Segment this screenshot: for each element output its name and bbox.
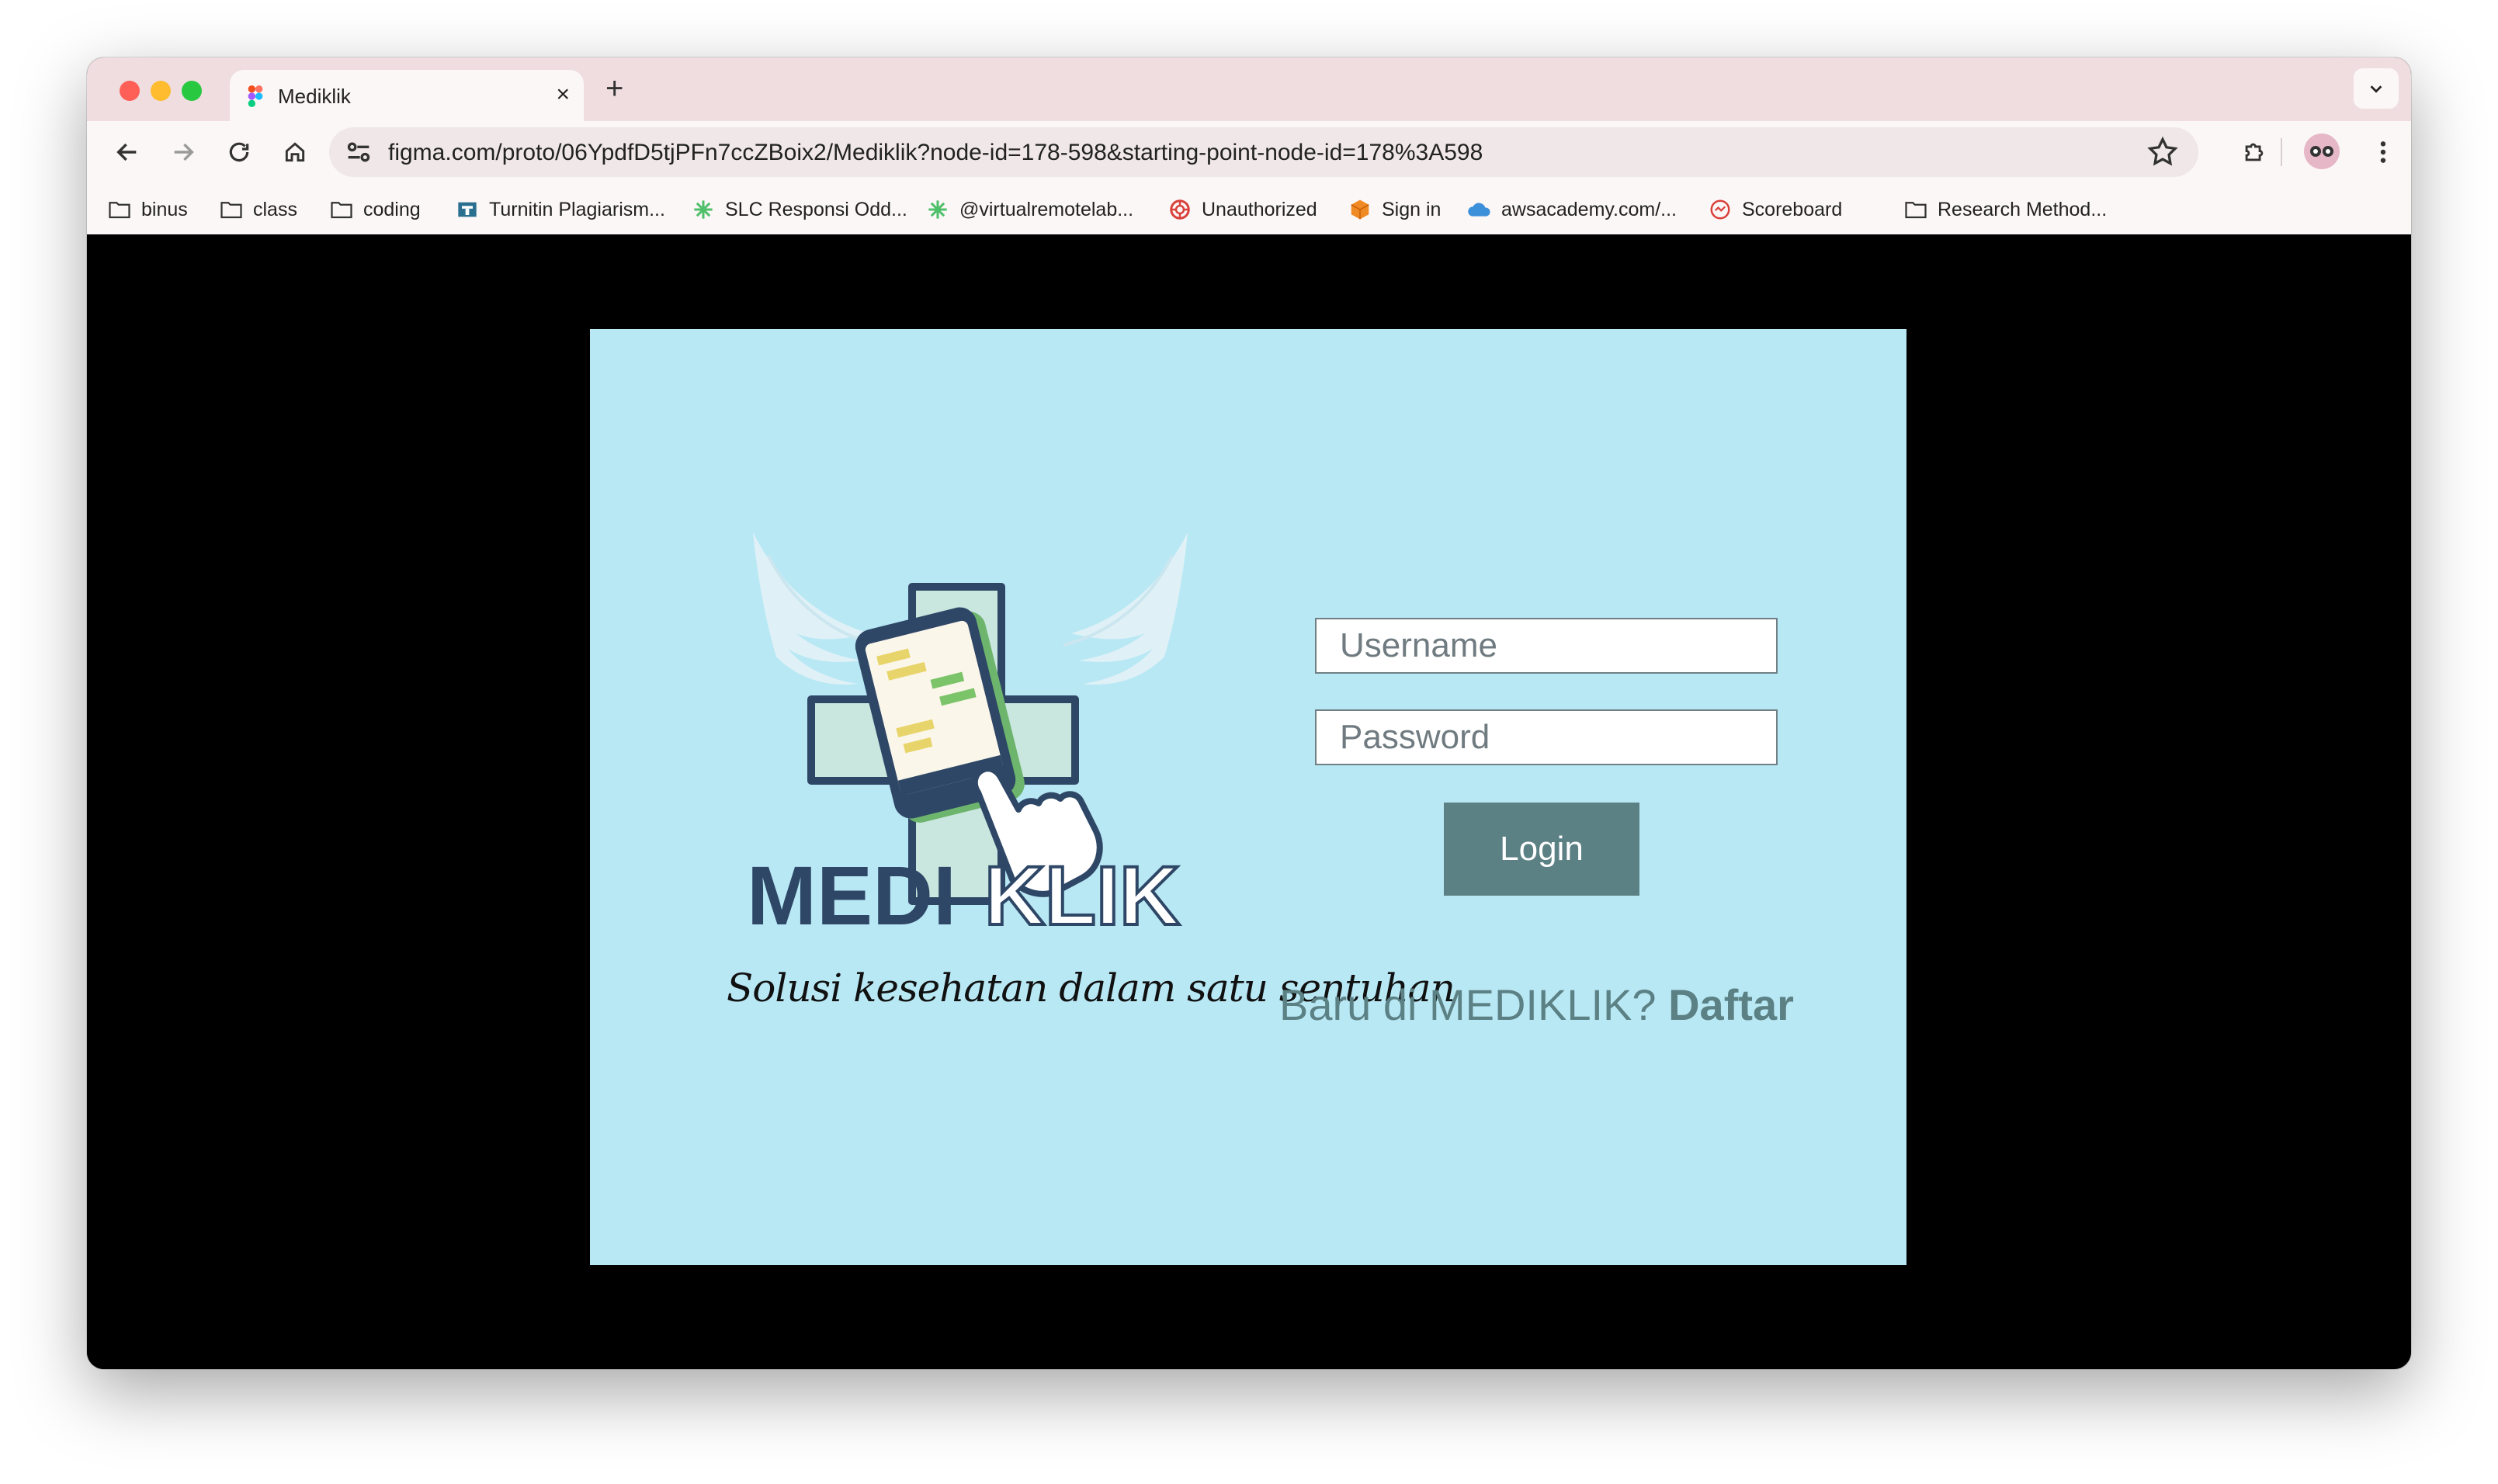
bookmark-label: Research Method...	[1938, 198, 2108, 220]
tab-title: Mediklik	[278, 85, 351, 108]
bookmark-label: Unauthorized	[1202, 198, 1317, 220]
bookmark-label: awsacademy.com/...	[1501, 198, 1677, 220]
kebab-menu-icon	[2380, 141, 2386, 163]
home-button[interactable]	[278, 135, 312, 169]
bookmark-class[interactable]: class	[219, 194, 297, 225]
bookmark-scoreboard[interactable]: Scoreboard	[1708, 194, 1842, 225]
logo-wordmark-medi: MEDI	[747, 848, 956, 928]
browser-window: Mediklik × + figma.com/proto/06YpdfD5tjP…	[87, 57, 2411, 1369]
bookmark-label: Turnitin Plagiarism...	[489, 198, 665, 220]
folder-icon	[219, 197, 244, 222]
sparkle-icon	[925, 197, 950, 222]
profile-avatar[interactable]	[2304, 133, 2340, 169]
folder-icon	[329, 197, 354, 222]
tab-close-icon[interactable]: ×	[556, 81, 570, 109]
toolbar-divider	[2281, 138, 2282, 166]
bookmark-label: Scoreboard	[1742, 198, 1843, 220]
chevron-down-icon	[2370, 85, 2382, 93]
arrow-left-icon	[116, 143, 137, 161]
bookmark-binus[interactable]: binus	[107, 194, 188, 225]
avatar-icon	[2310, 146, 2333, 157]
address-bar[interactable]: figma.com/proto/06YpdfD5tjPFn7ccZBoix2/M…	[329, 127, 2198, 177]
figma-prototype-viewport: MEDI KLIK Solusi kesehatan dalam satu se…	[87, 234, 2411, 1369]
arrow-right-icon	[174, 143, 194, 161]
figma-icon	[248, 85, 263, 107]
username-input[interactable]	[1315, 618, 1778, 674]
bookmark-label: class	[253, 198, 297, 220]
tab-mediklik[interactable]: Mediklik ×	[230, 70, 584, 121]
browser-menu-button[interactable]	[2366, 135, 2400, 169]
minimize-window-button[interactable]	[151, 81, 171, 101]
tab-strip: Mediklik × +	[87, 57, 2411, 121]
site-settings-icon[interactable]	[343, 137, 374, 168]
bookmark-coding[interactable]: coding	[329, 194, 421, 225]
register-prompt: Baru di MEDIKLIK? Daftar	[1279, 980, 1794, 1030]
bookmark-label: SLC Responsi Odd...	[725, 198, 907, 220]
puzzle-icon	[2245, 143, 2264, 161]
register-link[interactable]: Daftar	[1668, 980, 1794, 1029]
bookmark-virtualremotelab[interactable]: @virtualremotelab...	[925, 194, 1133, 225]
bookmark-awsacademy[interactable]: awsacademy.com/...	[1467, 194, 1677, 225]
toolbar: figma.com/proto/06YpdfD5tjPFn7ccZBoix2/M…	[87, 121, 2411, 183]
login-screen: MEDI KLIK Solusi kesehatan dalam satu se…	[590, 329, 1906, 1265]
bookmark-label: @virtualremotelab...	[959, 198, 1134, 220]
extensions-button[interactable]	[2237, 135, 2271, 169]
cube-icon	[1348, 197, 1372, 222]
bookmark-slc[interactable]: SLC Responsi Odd...	[691, 194, 907, 225]
bookmark-star-icon[interactable]	[2146, 135, 2180, 169]
home-icon	[285, 142, 305, 162]
bookmark-label: coding	[363, 198, 421, 220]
logo-wordmark-klik: KLIK	[984, 848, 1180, 928]
scoreboard-icon	[1708, 197, 1733, 222]
bookmark-turnitin[interactable]: Turnitin Plagiarism...	[455, 194, 665, 225]
sparkle-icon	[691, 197, 716, 222]
reload-button[interactable]	[222, 135, 256, 169]
forward-button[interactable]	[166, 135, 200, 169]
close-window-button[interactable]	[120, 81, 140, 101]
new-tab-button[interactable]: +	[605, 71, 623, 106]
bookmarks-bar: binus class coding Turnitin Plagiarism..…	[87, 183, 2411, 235]
bookmark-label: Sign in	[1382, 198, 1442, 220]
bookmark-sign-in[interactable]: Sign in	[1348, 194, 1441, 225]
tab-search-button[interactable]	[2354, 68, 2399, 109]
register-prompt-text: Baru di MEDIKLIK?	[1279, 980, 1657, 1029]
folder-icon	[1903, 197, 1928, 222]
reload-icon	[229, 142, 249, 162]
password-input[interactable]	[1315, 709, 1778, 765]
bookmark-label: binus	[141, 198, 188, 220]
bookmark-research-method[interactable]: Research Method...	[1903, 194, 2107, 225]
login-button[interactable]: Login	[1444, 803, 1639, 896]
folder-icon	[107, 197, 132, 222]
back-button[interactable]	[110, 135, 144, 169]
url-text[interactable]: figma.com/proto/06YpdfD5tjPFn7ccZBoix2/M…	[388, 140, 1483, 166]
cloud-icon	[1467, 197, 1492, 222]
maximize-window-button[interactable]	[182, 81, 202, 101]
turnitin-icon	[455, 197, 480, 222]
lifebuoy-icon	[1167, 197, 1192, 222]
bookmark-unauthorized[interactable]: Unauthorized	[1167, 194, 1317, 225]
mediklik-logo: MEDI KLIK	[747, 532, 1188, 928]
